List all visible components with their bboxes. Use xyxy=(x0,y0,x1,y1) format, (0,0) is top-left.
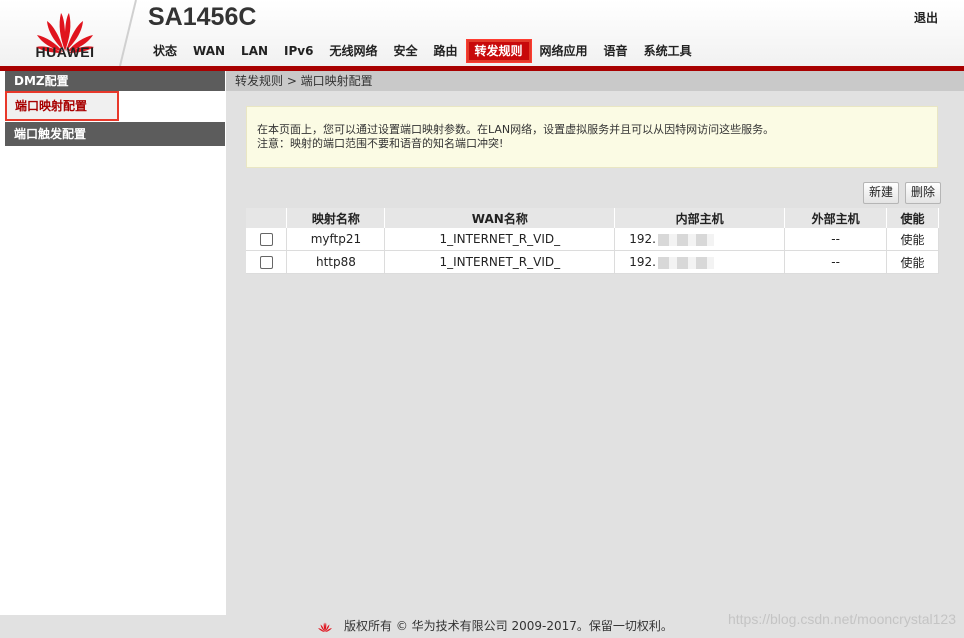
notice-line-2: 注意：映射的端口范围不要和语音的知名端口冲突! xyxy=(257,137,504,150)
cell-external-host: -- xyxy=(784,250,888,274)
header-divider xyxy=(119,0,137,66)
action-buttons: 新建 删除 xyxy=(862,182,941,204)
row-checkbox[interactable] xyxy=(259,233,273,246)
table-header-row: 映射名称 WAN名称 内部主机 外部主机 使能 xyxy=(246,208,939,228)
header-enable: 使能 xyxy=(886,208,939,228)
header-mapping-name: 映射名称 xyxy=(286,208,386,228)
row-select-cell xyxy=(246,250,288,274)
new-button[interactable]: 新建 xyxy=(862,182,899,204)
nav-network-apps[interactable]: 网络应用 xyxy=(535,40,593,62)
nav-lan[interactable]: LAN xyxy=(236,40,273,62)
header: HUAWEI SA1456C 退出 状态 WAN LAN IPv6 无线网络 安… xyxy=(0,0,964,71)
header-internal-host: 内部主机 xyxy=(614,208,786,228)
logo-text: HUAWEI xyxy=(35,44,95,60)
cell-mapping-name: myftp21 xyxy=(286,228,386,251)
port-mapping-table: 映射名称 WAN名称 内部主机 外部主机 使能 myftp21 1_INTERN… xyxy=(246,208,939,274)
huawei-small-logo-icon xyxy=(318,622,332,632)
nav-system-tools[interactable]: 系统工具 xyxy=(639,40,697,62)
logout-link[interactable]: 退出 xyxy=(914,9,938,26)
cell-wan-name: 1_INTERNET_R_VID_ xyxy=(384,228,616,251)
copyright-text: 版权所有 © 华为技术有限公司 2009-2017。保留一切权利。 xyxy=(344,619,673,633)
footer-content: 版权所有 © 华为技术有限公司 2009-2017。保留一切权利。 xyxy=(314,615,673,638)
nav-wireless[interactable]: 无线网络 xyxy=(324,40,382,62)
internal-host-text: 192. xyxy=(629,255,656,269)
redacted-block xyxy=(657,233,714,246)
nav-status[interactable]: 状态 xyxy=(148,40,182,62)
main-content: 转发规则 > 端口映射配置 在本页面上，您可以通过设置端口映射参数。在LAN网络… xyxy=(226,71,964,615)
breadcrumb: 转发规则 > 端口映射配置 xyxy=(226,71,964,91)
sidebar-item-port-mapping[interactable]: 端口映射配置 xyxy=(5,91,119,121)
internal-host-text: 192. xyxy=(629,232,656,246)
nav-wan[interactable]: WAN xyxy=(188,40,230,62)
cell-wan-name: 1_INTERNET_R_VID_ xyxy=(384,250,616,274)
row-select-cell xyxy=(246,228,288,251)
header-external-host: 外部主机 xyxy=(784,208,888,228)
header-select xyxy=(246,208,288,228)
nav-ipv6[interactable]: IPv6 xyxy=(279,40,318,62)
cell-internal-host: 192. xyxy=(614,250,786,274)
cell-mapping-name: http88 xyxy=(286,250,386,274)
table-row[interactable]: http88 1_INTERNET_R_VID_ 192. -- 使能 xyxy=(246,250,939,274)
info-notice: 在本页面上，您可以通过设置端口映射参数。在LAN网络，设置虚拟服务并且可以从因特… xyxy=(246,106,938,168)
nav-forwarding-rules[interactable]: 转发规则 xyxy=(465,39,532,63)
device-model-title: SA1456C xyxy=(148,3,257,31)
sidebar: DMZ配置 端口映射配置 端口触发配置 xyxy=(5,71,225,615)
cell-enable: 使能 xyxy=(886,228,939,251)
nav-security[interactable]: 安全 xyxy=(388,40,422,62)
watermark-text: https://blog.csdn.net/mooncrystal123 xyxy=(727,611,956,627)
notice-line-1: 在本页面上，您可以通过设置端口映射参数。在LAN网络，设置虚拟服务并且可以从因特… xyxy=(257,123,775,136)
nav-voice[interactable]: 语音 xyxy=(599,40,633,62)
cell-external-host: -- xyxy=(784,228,888,251)
delete-button[interactable]: 删除 xyxy=(904,182,941,204)
row-checkbox[interactable] xyxy=(259,256,273,269)
sidebar-item-port-trigger[interactable]: 端口触发配置 xyxy=(5,122,225,146)
header-wan-name: WAN名称 xyxy=(384,208,616,228)
redacted-block xyxy=(657,256,714,269)
top-navigation: 状态 WAN LAN IPv6 无线网络 安全 路由 转发规则 网络应用 语音 … xyxy=(148,39,703,63)
nav-route[interactable]: 路由 xyxy=(429,40,463,62)
table-row[interactable]: myftp21 1_INTERNET_R_VID_ 192. -- 使能 xyxy=(246,228,939,251)
cell-enable: 使能 xyxy=(886,250,939,274)
cell-internal-host: 192. xyxy=(614,228,786,251)
sidebar-item-dmz[interactable]: DMZ配置 xyxy=(5,71,225,91)
